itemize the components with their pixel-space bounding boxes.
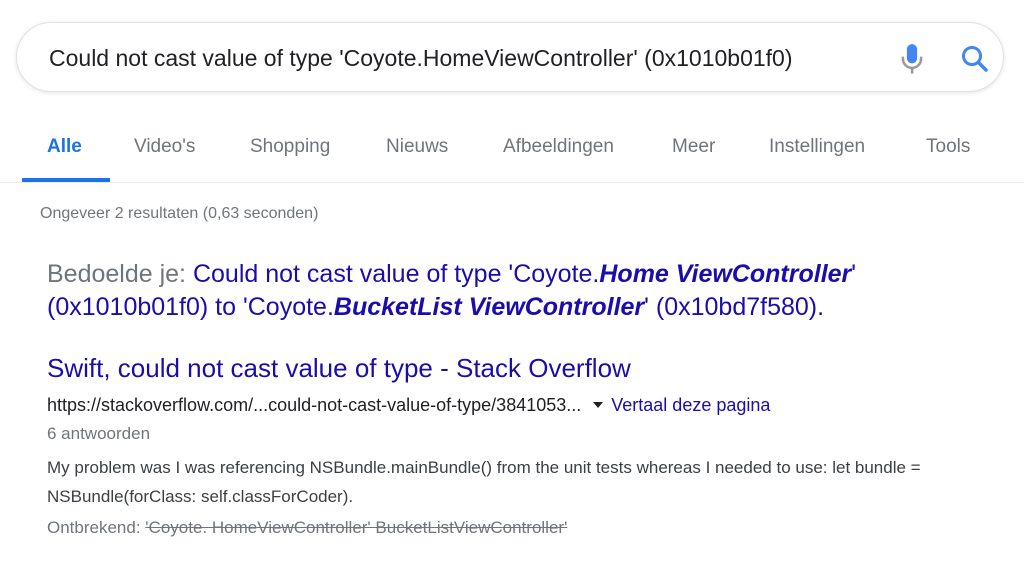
suggestion-part: Could not cast value of type 'Coyote. [192, 260, 600, 288]
tab-afbeeldingen[interactable]: Afbeeldingen [503, 136, 614, 158]
missing-terms: Ontbrekend: 'Coyote. HomeViewController'… [47, 515, 1007, 541]
missing-terms-struck: 'Coyote. HomeViewController' BucketListV… [145, 518, 568, 537]
translate-page-link[interactable]: Vertaal deze pagina [611, 395, 770, 415]
search-box[interactable] [16, 22, 1004, 92]
search-result: Swift, could not cast value of type - St… [47, 352, 1007, 541]
result-url-row: https://stackoverflow.com/...could-not-c… [47, 393, 1007, 417]
tab-instellingen[interactable]: Instellingen [769, 136, 865, 158]
missing-label: Ontbrekend: [47, 518, 141, 537]
did-you-mean-label: Bedoelde je: [47, 260, 187, 288]
tab-videos[interactable]: Video's [134, 136, 195, 158]
tab-alle[interactable]: Alle [47, 136, 82, 158]
microphone-icon[interactable] [897, 43, 927, 77]
search-tabs: Alle Video's Shopping Nieuws Afbeeldinge… [0, 120, 1024, 182]
search-icon[interactable] [959, 43, 991, 75]
result-stats: Ongeveer 2 resultaten (0,63 seconden) [40, 205, 319, 222]
answers-count: 6 antwoorden [47, 424, 151, 443]
result-snippet: My problem was I was referencing NSBundl… [47, 458, 921, 506]
result-url: https://stackoverflow.com/...could-not-c… [47, 395, 582, 415]
suggestion-bold-part: Home ViewController [599, 260, 852, 288]
tab-tools[interactable]: Tools [926, 136, 970, 158]
did-you-mean: Bedoelde je: Could not cast value of typ… [47, 258, 1007, 324]
tab-nieuws[interactable]: Nieuws [386, 136, 448, 158]
suggestion-part: ' (0x10bd7f580). [644, 293, 825, 321]
dropdown-arrow-icon[interactable] [593, 401, 604, 408]
search-input[interactable] [49, 43, 879, 73]
suggestion-bold-part: BucketList ViewController [333, 293, 645, 321]
tab-shopping[interactable]: Shopping [250, 136, 330, 158]
result-title-link[interactable]: Swift, could not cast value of type - St… [47, 352, 1007, 384]
tab-meer[interactable]: Meer [672, 136, 715, 158]
tabs-divider [0, 182, 1024, 183]
